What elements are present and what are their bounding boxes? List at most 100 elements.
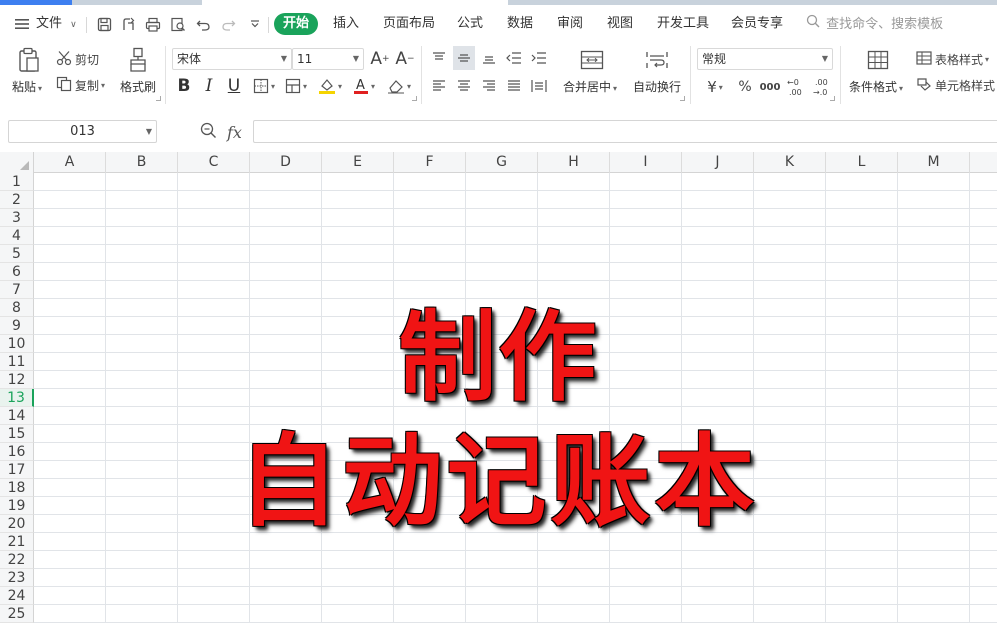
column-header[interactable]: G bbox=[466, 152, 538, 173]
wrap-text-icon[interactable] bbox=[643, 46, 671, 74]
quick-access-dropdown-icon[interactable] bbox=[245, 14, 265, 34]
select-all-corner[interactable] bbox=[0, 152, 34, 173]
row-header[interactable]: 11 bbox=[0, 353, 34, 371]
row-header[interactable]: 5 bbox=[0, 245, 34, 263]
tab-view[interactable]: 视图 bbox=[607, 14, 633, 34]
fill-color-icon[interactable]: ▾ bbox=[316, 75, 344, 97]
clear-format-icon[interactable]: ▾ bbox=[385, 75, 413, 97]
paste-icon[interactable] bbox=[14, 46, 44, 74]
align-bottom-icon[interactable] bbox=[479, 48, 499, 68]
paste-button[interactable]: 粘贴 ▾ bbox=[12, 78, 42, 95]
align-right-icon[interactable] bbox=[479, 76, 499, 96]
file-menu[interactable]: 文件 ∨ bbox=[36, 14, 77, 34]
row-header[interactable]: 16 bbox=[0, 443, 34, 461]
row-header[interactable]: 23 bbox=[0, 569, 34, 587]
document-tab-strip[interactable] bbox=[72, 0, 202, 5]
row-header[interactable]: 18 bbox=[0, 479, 34, 497]
row-header[interactable]: 19 bbox=[0, 497, 34, 515]
column-header[interactable]: H bbox=[538, 152, 610, 173]
cell-style-button[interactable]: 单元格样式 bbox=[916, 76, 995, 94]
font-size-select[interactable]: 11 ▼ bbox=[292, 48, 364, 70]
table-style-button[interactable]: 表格样式 ▾ bbox=[916, 50, 989, 68]
italic-button[interactable]: I bbox=[199, 75, 219, 97]
cut-button[interactable]: 剪切 bbox=[56, 50, 99, 68]
column-header[interactable]: A bbox=[34, 152, 106, 173]
row-header[interactable]: 24 bbox=[0, 587, 34, 605]
copy-button[interactable]: 复制 ▾ bbox=[56, 76, 105, 94]
insert-function-button[interactable]: fx bbox=[227, 123, 242, 142]
row-header[interactable]: 20 bbox=[0, 515, 34, 533]
format-painter-icon[interactable] bbox=[124, 46, 152, 74]
hamburger-menu-icon[interactable] bbox=[12, 14, 32, 34]
clipboard-launcher-icon[interactable] bbox=[156, 96, 161, 101]
column-header[interactable]: L bbox=[826, 152, 898, 173]
column-header[interactable]: F bbox=[394, 152, 466, 173]
row-header[interactable]: 4 bbox=[0, 227, 34, 245]
align-center-icon[interactable] bbox=[454, 76, 474, 96]
print-preview-icon[interactable] bbox=[168, 14, 188, 34]
row-header[interactable]: 13 bbox=[0, 389, 34, 407]
tab-insert[interactable]: 插入 bbox=[333, 14, 359, 34]
increase-font-size-icon[interactable]: A + bbox=[370, 48, 390, 70]
command-search[interactable]: 查找命令、搜索模板 bbox=[806, 14, 943, 34]
tab-review[interactable]: 审阅 bbox=[557, 14, 583, 34]
percent-button[interactable]: % bbox=[735, 76, 755, 98]
column-header[interactable]: D bbox=[250, 152, 322, 173]
row-header[interactable]: 6 bbox=[0, 263, 34, 281]
tab-formulas[interactable]: 公式 bbox=[457, 14, 483, 34]
column-header[interactable]: K bbox=[754, 152, 826, 173]
formula-input[interactable] bbox=[253, 120, 997, 143]
row-header[interactable]: 10 bbox=[0, 335, 34, 353]
row-header[interactable]: 22 bbox=[0, 551, 34, 569]
increase-decimal-icon[interactable]: ←0.00 bbox=[785, 75, 807, 99]
column-header[interactable]: C bbox=[178, 152, 250, 173]
row-header[interactable]: 7 bbox=[0, 281, 34, 299]
bold-button[interactable]: B bbox=[174, 75, 194, 97]
column-header[interactable]: I bbox=[610, 152, 682, 173]
row-header[interactable]: 17 bbox=[0, 461, 34, 479]
font-launcher-icon[interactable] bbox=[412, 96, 417, 101]
conditional-format-button[interactable]: 条件格式 ▾ bbox=[849, 78, 903, 95]
tab-developer[interactable]: 开发工具 bbox=[657, 14, 709, 34]
row-header[interactable]: 3 bbox=[0, 209, 34, 227]
format-painter-button[interactable]: 格式刷 bbox=[120, 78, 156, 95]
name-box[interactable]: 013 ▼ bbox=[8, 120, 157, 143]
underline-button[interactable]: U bbox=[224, 75, 244, 97]
borders-icon[interactable]: ▾ bbox=[250, 75, 278, 97]
row-header[interactable]: 1 bbox=[0, 173, 34, 191]
export-icon[interactable] bbox=[118, 14, 138, 34]
print-icon[interactable] bbox=[143, 14, 163, 34]
column-header[interactable]: J bbox=[682, 152, 754, 173]
cell-fill-pattern-icon[interactable]: ▾ bbox=[282, 75, 310, 97]
align-left-icon[interactable] bbox=[429, 76, 449, 96]
cell-grid[interactable] bbox=[34, 173, 997, 623]
row-header[interactable]: 21 bbox=[0, 533, 34, 551]
increase-indent-icon[interactable] bbox=[529, 48, 549, 68]
row-header[interactable]: 25 bbox=[0, 605, 34, 623]
decrease-font-size-icon[interactable]: A − bbox=[395, 48, 415, 70]
number-format-select[interactable]: 常规 ▼ bbox=[697, 48, 833, 70]
row-header[interactable]: 12 bbox=[0, 371, 34, 389]
font-name-select[interactable]: 宋体 ▼ bbox=[172, 48, 292, 70]
tab-data[interactable]: 数据 bbox=[507, 14, 533, 34]
row-header[interactable]: 8 bbox=[0, 299, 34, 317]
merge-center-icon[interactable] bbox=[578, 46, 606, 74]
tab-membership[interactable]: 会员专享 bbox=[731, 14, 783, 34]
row-header[interactable]: 14 bbox=[0, 407, 34, 425]
row-header[interactable]: 15 bbox=[0, 425, 34, 443]
alignment-launcher-icon[interactable] bbox=[680, 96, 685, 101]
zoom-icon[interactable] bbox=[200, 122, 217, 142]
column-header[interactable]: E bbox=[322, 152, 394, 173]
undo-icon[interactable] bbox=[193, 14, 213, 34]
font-color-icon[interactable]: A ▾ bbox=[350, 75, 378, 97]
currency-button[interactable]: ¥ ▾ bbox=[700, 76, 730, 98]
row-header[interactable]: 2 bbox=[0, 191, 34, 209]
align-top-icon[interactable] bbox=[429, 48, 449, 68]
row-header[interactable]: 9 bbox=[0, 317, 34, 335]
tab-home[interactable]: 开始 bbox=[274, 13, 318, 35]
conditional-format-icon[interactable] bbox=[864, 46, 892, 74]
active-document-tab-strip[interactable] bbox=[0, 0, 72, 5]
decrease-indent-icon[interactable] bbox=[504, 48, 524, 68]
column-header[interactable]: B bbox=[106, 152, 178, 173]
column-header[interactable]: M bbox=[898, 152, 970, 173]
